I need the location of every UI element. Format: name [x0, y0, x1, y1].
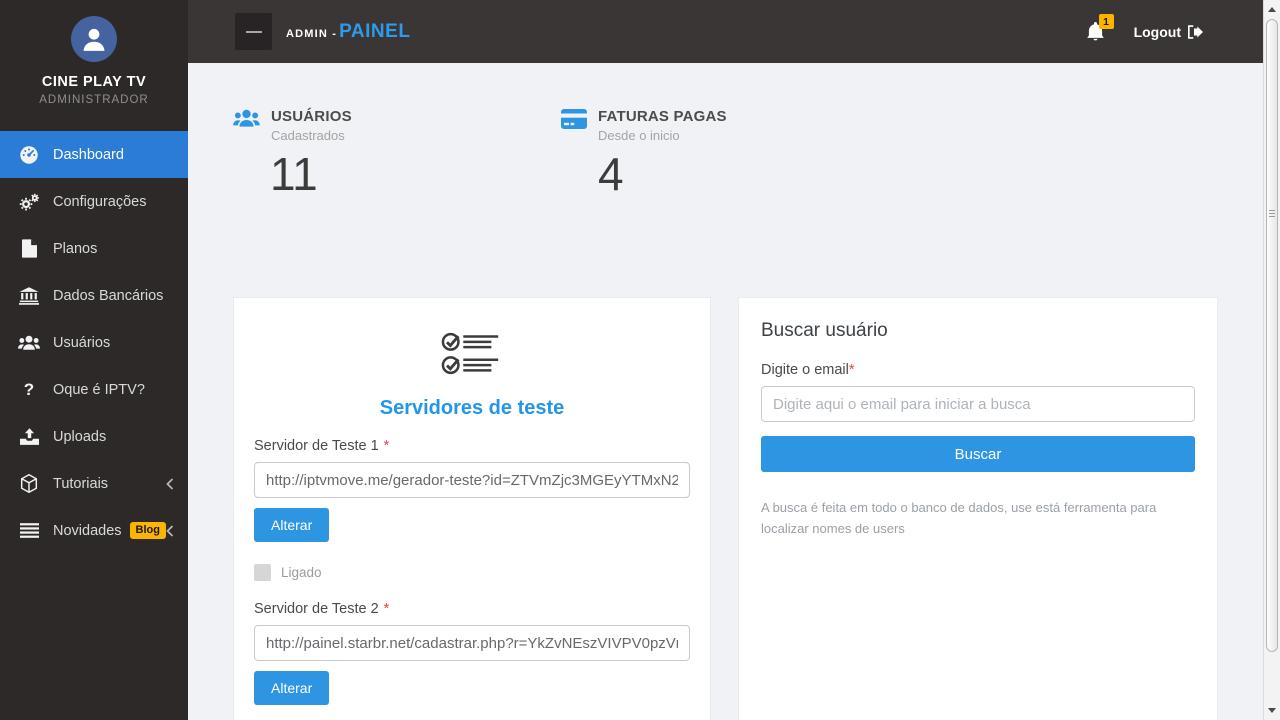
sidebar-toggle-button[interactable]: [235, 13, 272, 50]
card-title: Buscar usuário: [761, 320, 1195, 342]
stats-row: USUÁRIOS Cadastrados 11 FATURAS PAGAS De…: [233, 108, 1218, 197]
scrollbar-thumb[interactable]: [1266, 19, 1278, 652]
stat-usuarios: USUÁRIOS Cadastrados 11: [233, 108, 443, 197]
user-icon: [79, 24, 109, 54]
top-navbar: ADMIN - PAINEL 1 Logout: [188, 0, 1263, 63]
profile-name: CINE PLAY TV: [0, 74, 188, 90]
ligado-label: Ligado: [281, 565, 322, 580]
main-content: USUÁRIOS Cadastrados 11 FATURAS PAGAS De…: [188, 63, 1263, 720]
stat-title: USUÁRIOS: [271, 108, 352, 125]
profile-role: ADMINISTRADOR: [0, 94, 188, 106]
app-title: ADMIN - PAINEL: [286, 21, 410, 43]
server-1-label: Servidor de Teste 1 *: [254, 438, 690, 454]
server-2-alterar-button[interactable]: Alterar: [254, 671, 329, 705]
ligado-checkbox-row: Ligado: [254, 564, 690, 581]
sidebar-item-label: Planos: [53, 241, 97, 257]
stat-subtitle: Cadastrados: [271, 128, 352, 143]
server-2-label: Servidor de Teste 2 *: [254, 601, 690, 617]
test-servers-card: Servidores de teste Servidor de Teste 1 *…: [233, 297, 711, 720]
notification-badge: 1: [1099, 14, 1114, 29]
bank-icon: [16, 287, 42, 305]
minimize-icon: [246, 31, 262, 33]
chevron-left-icon: [166, 525, 174, 537]
sidebar-item-label: Novidades: [53, 523, 122, 539]
ligado-checkbox[interactable]: [254, 564, 271, 581]
server-1-label-text: Servidor de Teste 1: [254, 438, 379, 454]
required-asterisk: *: [384, 438, 390, 454]
sidebar-item-dashboard[interactable]: Dashboard: [0, 131, 188, 178]
search-helper-text: A busca é feita em todo o banco de dados…: [761, 498, 1195, 540]
credit-card-icon: [561, 109, 587, 134]
buscar-button[interactable]: Buscar: [761, 436, 1195, 472]
card-title: Servidores de teste: [254, 397, 690, 420]
file-icon: [16, 239, 42, 258]
question-icon: ?: [16, 381, 42, 398]
chevron-left-icon: [166, 478, 174, 490]
checklist-icon: [254, 330, 690, 375]
scrollbar[interactable]: [1263, 0, 1280, 720]
cards-row: Servidores de teste Servidor de Teste 1 *…: [233, 297, 1218, 720]
users-icon: [16, 335, 42, 351]
sidebar-item-label: Configurações: [53, 194, 147, 210]
server-1-url-input[interactable]: [254, 462, 690, 498]
email-label-text: Digite o email: [761, 362, 849, 378]
stat-subtitle: Desde o inicio: [598, 128, 727, 143]
sidebar: CINE PLAY TV ADMINISTRADOR Dashboard Con…: [0, 0, 188, 720]
notifications-button[interactable]: 1: [1087, 22, 1104, 41]
logout-label: Logout: [1134, 24, 1181, 40]
stat-value: 11: [270, 151, 443, 197]
list-icon: [16, 523, 42, 538]
logout-icon: [1188, 25, 1203, 39]
required-asterisk: *: [849, 362, 855, 378]
scrollbar-grip: [1269, 210, 1275, 219]
email-label: Digite o email*: [761, 362, 1195, 378]
sidebar-item-oque-e-iptv[interactable]: ? Oque é IPTV?: [0, 366, 188, 413]
email-search-input[interactable]: [761, 386, 1195, 422]
navbar-right: 1 Logout: [1087, 22, 1203, 41]
avatar: [71, 16, 117, 62]
stat-value: 4: [598, 151, 771, 197]
sidebar-item-label: Dashboard: [53, 147, 124, 163]
stat-title: FATURAS PAGAS: [598, 108, 727, 125]
sidebar-item-label: Usuários: [53, 335, 110, 351]
sidebar-item-uploads[interactable]: Uploads: [0, 413, 188, 460]
cube-icon: [16, 474, 42, 493]
sidebar-item-usuarios[interactable]: Usuários: [0, 319, 188, 366]
tachometer-icon: [16, 145, 42, 165]
sidebar-item-novidades[interactable]: Novidades Blog: [0, 507, 188, 554]
sidebar-item-configuracoes[interactable]: Configurações: [0, 178, 188, 225]
server-2-url-input[interactable]: [254, 625, 690, 661]
app-title-prefix: ADMIN -: [286, 28, 337, 40]
scrollbar-up-arrow[interactable]: [1264, 1, 1280, 17]
sidebar-item-tutoriais[interactable]: Tutoriais: [0, 460, 188, 507]
server-2-label-text: Servidor de Teste 2: [254, 601, 379, 617]
upload-icon: [16, 428, 42, 445]
search-user-card: Buscar usuário Digite o email* Buscar A …: [738, 297, 1218, 720]
sidebar-profile: CINE PLAY TV ADMINISTRADOR: [0, 0, 188, 131]
stat-faturas-pagas: FATURAS PAGAS Desde o inicio 4: [561, 108, 771, 197]
sidebar-item-label: Dados Bancários: [53, 288, 163, 304]
blog-badge: Blog: [130, 522, 166, 539]
sidebar-menu: Dashboard Configurações Planos Dados Ban…: [0, 131, 188, 554]
sidebar-item-label: Uploads: [53, 429, 106, 445]
sidebar-item-label: Tutoriais: [53, 476, 108, 492]
sidebar-item-label: Oque é IPTV?: [53, 382, 145, 398]
logout-button[interactable]: Logout: [1134, 24, 1203, 40]
sidebar-item-dados-bancarios[interactable]: Dados Bancários: [0, 272, 188, 319]
users-icon: [233, 109, 260, 133]
app-title-name: PAINEL: [339, 21, 410, 43]
sidebar-item-planos[interactable]: Planos: [0, 225, 188, 272]
scrollbar-down-arrow[interactable]: [1264, 702, 1280, 718]
required-asterisk: *: [384, 601, 390, 617]
server-1-alterar-button[interactable]: Alterar: [254, 508, 329, 542]
gears-icon: [16, 192, 42, 212]
